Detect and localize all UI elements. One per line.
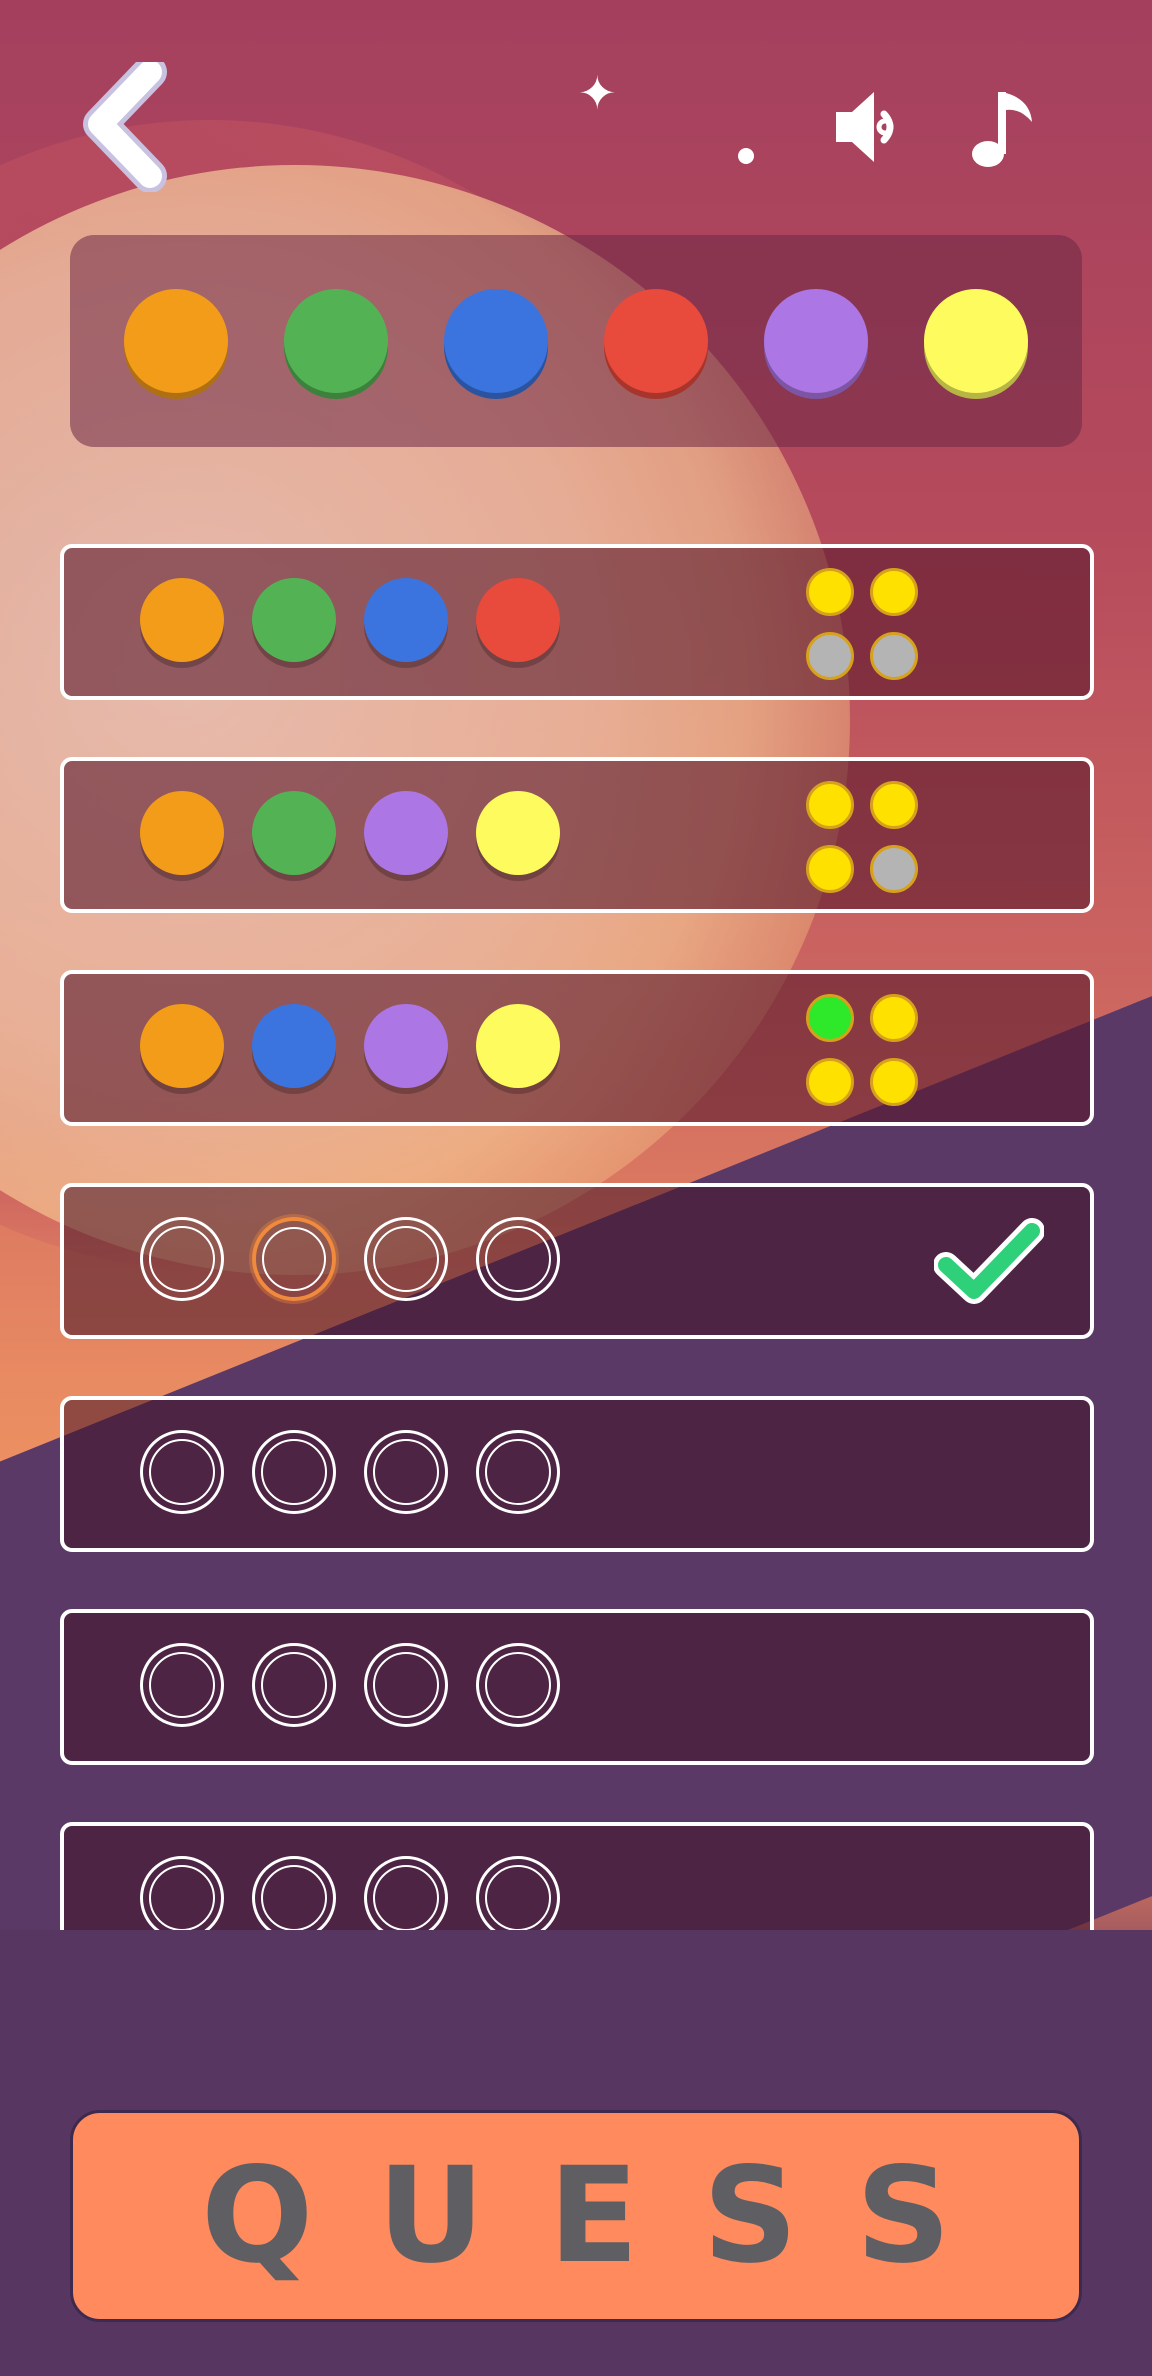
guess-peg [476,578,560,662]
guess-peg [476,791,560,875]
hint-peg-present [806,845,854,893]
guess-row [60,544,1094,700]
palette-color-blue[interactable] [444,289,548,393]
guess-button[interactable]: QUESS [70,2110,1082,2322]
peg-slot [140,1430,224,1514]
hint-peg-absent [806,632,854,680]
peg-slot[interactable] [364,1217,448,1301]
palette-color-orange[interactable] [124,289,228,393]
peg-slot [252,1856,336,1930]
guess-peg [252,791,336,875]
back-button[interactable] [80,55,180,193]
guess-peg [364,1004,448,1088]
guess-row[interactable] [60,1183,1094,1339]
color-palette [70,235,1082,447]
peg-slot[interactable] [140,1217,224,1301]
guess-board [0,540,1152,1930]
guess-peg [140,578,224,662]
hint-peg-present [870,568,918,616]
hint-peg-present [870,994,918,1042]
hint-peg-exact [806,994,854,1042]
peg-slot [476,1430,560,1514]
hint-peg-present [806,1058,854,1106]
guess-peg [364,791,448,875]
guess-peg [140,791,224,875]
guess-peg [252,1004,336,1088]
peg-slot [364,1643,448,1727]
guess-row [60,1609,1094,1765]
peg-slot [476,1643,560,1727]
guess-peg [252,578,336,662]
guess-row [60,1822,1094,1930]
music-toggle-button[interactable] [970,84,1040,174]
peg-slot [476,1856,560,1930]
confirm-check-button[interactable] [933,1217,1045,1307]
guess-peg [476,1004,560,1088]
peg-slot [252,1430,336,1514]
guess-peg [140,1004,224,1088]
back-chevron-icon [83,55,167,193]
hint-peg-present [870,781,918,829]
guess-row [60,757,1094,913]
hint-peg-present [806,568,854,616]
guess-row [60,970,1094,1126]
guess-row [60,1396,1094,1552]
peg-slot [364,1856,448,1930]
peg-slot [252,1643,336,1727]
hint-peg-present [870,1058,918,1106]
palette-color-yellow[interactable] [924,289,1028,393]
hint-peg-present [806,781,854,829]
peg-slot [364,1430,448,1514]
music-note-icon [972,92,1032,167]
sparkle-icon: ✦ [578,66,617,120]
peg-slot-selected[interactable] [252,1217,336,1301]
peg-slot[interactable] [476,1217,560,1301]
guess-button-label: QUESS [201,2139,1015,2293]
palette-color-green[interactable] [284,289,388,393]
peg-slot [140,1856,224,1930]
sound-toggle-button[interactable] [830,82,910,172]
palette-color-purple[interactable] [764,289,868,393]
peg-slot [140,1643,224,1727]
speaker-icon [836,92,894,162]
palette-color-red[interactable] [604,289,708,393]
guess-peg [364,578,448,662]
star-dot [738,148,754,164]
hint-peg-absent [870,632,918,680]
hint-peg-absent [870,845,918,893]
checkmark-icon [933,1218,1045,1304]
